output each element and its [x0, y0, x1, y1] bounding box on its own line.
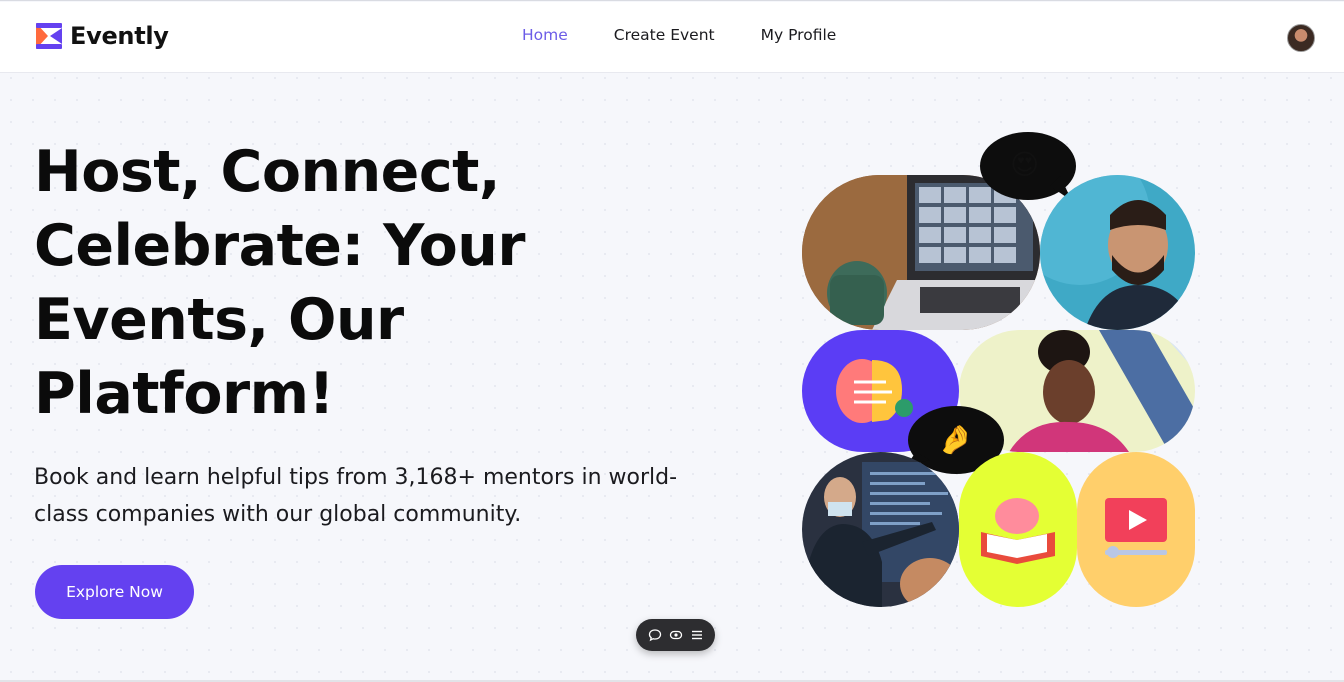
logo[interactable]: Evently: [34, 21, 169, 51]
menu-icon[interactable]: [689, 627, 705, 643]
heart-eyes-bubble: 😍: [980, 131, 1080, 203]
explore-now-button[interactable]: Explore Now: [35, 565, 194, 619]
nav-create-event-link[interactable]: Create Event: [614, 26, 715, 44]
page: Evently Home Create Event My Profile Hos…: [0, 0, 1344, 682]
laughing-man-image: [1040, 175, 1195, 330]
nav-my-profile-link[interactable]: My Profile: [761, 26, 837, 44]
pinched-fingers-emoji: 🤌: [938, 423, 973, 456]
comment-icon[interactable]: [647, 627, 663, 643]
floating-toolbar: [636, 619, 715, 651]
hero-title: Host, Connect, Celebrate: Your Events, O…: [34, 139, 526, 427]
main-nav: Home Create Event My Profile: [522, 26, 836, 44]
user-avatar[interactable]: [1287, 24, 1315, 52]
nav-home-link[interactable]: Home: [522, 26, 568, 44]
top-navbar: Evently Home Create Event My Profile: [0, 2, 1344, 73]
hero-collage: 😍 🤌: [802, 131, 1202, 611]
hero-subtitle: Book and learn helpful tips from 3,168+ …: [34, 465, 678, 527]
video-player-image: [1077, 452, 1195, 607]
logo-text: Evently: [70, 22, 169, 50]
eye-icon[interactable]: [668, 627, 684, 643]
presenter-image: [802, 452, 959, 607]
evently-logo-icon: [34, 21, 64, 51]
heart-eyes-emoji: 😍: [1010, 148, 1040, 181]
brain-book-image: [959, 452, 1077, 607]
